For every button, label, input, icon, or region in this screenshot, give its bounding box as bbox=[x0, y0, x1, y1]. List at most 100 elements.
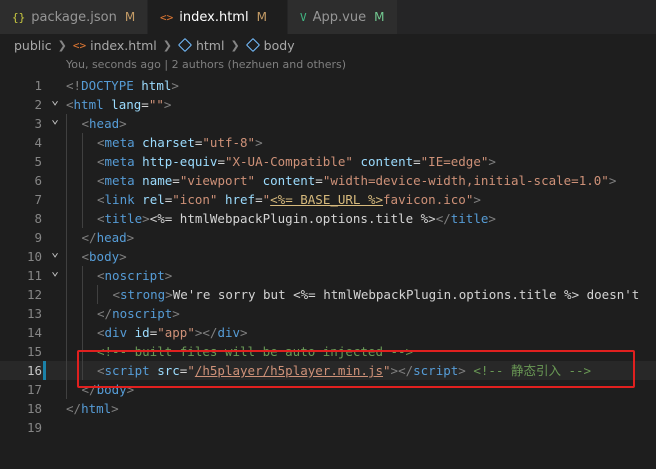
code-token: < bbox=[97, 268, 105, 283]
indent-guide bbox=[66, 209, 67, 228]
code-token: " bbox=[187, 363, 195, 378]
fold-chevron-icon[interactable]: ⌄ bbox=[49, 262, 61, 281]
code-token: < bbox=[97, 192, 105, 207]
code-line[interactable]: 13 </noscript> bbox=[0, 304, 656, 323]
code-line[interactable]: 7 <link rel="icon" href="<%= BASE_URL %>f… bbox=[0, 190, 656, 209]
code-line[interactable]: 2 ⌄ <html lang=""> bbox=[0, 93, 656, 114]
code-token: http-equiv bbox=[142, 154, 218, 169]
code-text: <html lang=""> bbox=[66, 95, 171, 114]
code-token: title bbox=[450, 211, 489, 226]
code-text: </noscript> bbox=[97, 304, 180, 323]
code-line[interactable]: 4 <meta charset="utf-8"> bbox=[0, 133, 656, 152]
code-text: <strong>We're sorry but <%= htmlWebpackP… bbox=[113, 285, 640, 304]
code-token: script bbox=[413, 363, 459, 378]
breadcrumb-element-body[interactable]: body bbox=[264, 38, 295, 53]
line-number: 17 bbox=[26, 382, 42, 397]
line-number: 2 bbox=[34, 97, 42, 112]
code-token: > bbox=[488, 211, 496, 226]
code-token: title bbox=[104, 211, 143, 226]
code-token: </ bbox=[97, 306, 113, 321]
line-number: 1 bbox=[34, 78, 42, 93]
tab-label: index.html bbox=[179, 9, 249, 25]
indent-guide bbox=[66, 323, 67, 342]
code-text: <link rel="icon" href="<%= BASE_URL %>fa… bbox=[97, 190, 481, 209]
code-token: "width=device-width,initial-scale=1.0" bbox=[322, 173, 609, 188]
indent-guide bbox=[66, 266, 67, 285]
code-line[interactable]: 5 <meta http-equiv="X-UA-Compatible" cont… bbox=[0, 152, 656, 171]
code-token: DOCTYPE bbox=[81, 78, 134, 93]
code-line[interactable]: 11 ⌄ <noscript> bbox=[0, 264, 656, 285]
file-type-icon: V bbox=[300, 10, 307, 24]
code-line[interactable]: 16 <script src="/h5player/h5player.min.js… bbox=[0, 361, 656, 380]
line-number: 7 bbox=[34, 192, 42, 207]
code-token: > bbox=[171, 78, 179, 93]
tab-index-html[interactable]: <> index.html M bbox=[148, 0, 288, 34]
code-token: < bbox=[97, 363, 105, 378]
breadcrumb-element-html[interactable]: html bbox=[196, 38, 224, 53]
code-text: </body> bbox=[82, 380, 135, 399]
tab-App-vue[interactable]: V App.vue M bbox=[288, 0, 398, 34]
code-token: < bbox=[112, 287, 121, 302]
code-line[interactable]: 3 ⌄ <head> bbox=[0, 112, 656, 133]
indent-guide bbox=[81, 190, 83, 209]
code-token: <%= htmlWebpackPlugin.options.title %> bbox=[149, 211, 436, 226]
line-number: 18 bbox=[26, 401, 42, 416]
code-line[interactable]: 10 ⌄ <body> bbox=[0, 245, 656, 266]
code-token: html bbox=[73, 97, 104, 112]
modified-badge: M bbox=[374, 10, 385, 24]
fold-chevron-icon[interactable]: ⌄ bbox=[49, 243, 61, 262]
code-token: > bbox=[608, 173, 617, 188]
code-token: > bbox=[473, 192, 481, 207]
git-blame-codelens[interactable]: You, seconds ago | 2 authors (hezhuen an… bbox=[66, 58, 346, 71]
breadcrumb-folder[interactable]: public bbox=[14, 38, 52, 53]
code-text: <noscript> bbox=[97, 266, 172, 285]
code-line[interactable]: 8 <title><%= htmlWebpackPlugin.options.ti… bbox=[0, 209, 656, 228]
indent-guide bbox=[81, 152, 83, 171]
code-token: < bbox=[81, 116, 90, 131]
code-token: > bbox=[164, 268, 173, 283]
line-number: 15 bbox=[26, 344, 42, 359]
code-token: = bbox=[217, 154, 225, 169]
code-token: noscript bbox=[104, 268, 165, 283]
code-token: > bbox=[142, 211, 150, 226]
code-token: </ bbox=[81, 382, 97, 397]
code-token: ></ bbox=[390, 363, 414, 378]
line-number: 19 bbox=[26, 420, 42, 435]
code-token: </ bbox=[66, 401, 82, 416]
tab-package-json[interactable]: {} package.json M bbox=[0, 0, 148, 34]
code-line[interactable]: 1 <!DOCTYPE html> bbox=[0, 76, 656, 95]
code-line[interactable]: 17 </body> bbox=[0, 380, 656, 399]
fold-chevron-icon[interactable]: ⌄ bbox=[49, 110, 61, 129]
code-line[interactable]: 6 <meta name="viewport" content="width=de… bbox=[0, 171, 656, 190]
code-token: "" bbox=[148, 97, 164, 112]
code-token: < bbox=[66, 97, 74, 112]
code-token: content bbox=[360, 154, 414, 169]
code-token: > bbox=[119, 249, 127, 264]
indent-guide bbox=[66, 342, 67, 361]
code-line[interactable]: 19 bbox=[0, 418, 656, 437]
code-line[interactable]: 15 <!-- built files will be auto injected… bbox=[0, 342, 656, 361]
indent-guide bbox=[81, 342, 83, 361]
code-token: " bbox=[383, 363, 391, 378]
code-line[interactable]: 12 <strong>We're sorry but <%= htmlWebpac… bbox=[0, 285, 656, 304]
indent-guide bbox=[66, 361, 67, 380]
line-number: 14 bbox=[26, 325, 42, 340]
code-token: <! bbox=[66, 78, 82, 93]
indent-guide bbox=[81, 209, 83, 228]
code-token: src bbox=[157, 363, 180, 378]
code-token: body bbox=[89, 249, 120, 264]
code-token: > bbox=[172, 306, 180, 321]
tab-label: package.json bbox=[31, 9, 117, 25]
indent-guide bbox=[66, 190, 67, 209]
code-line[interactable]: 18 </html> bbox=[0, 399, 656, 418]
indent-guide bbox=[81, 361, 83, 380]
file-type-icon: {} bbox=[12, 10, 26, 24]
fold-chevron-icon[interactable]: ⌄ bbox=[49, 91, 61, 110]
breadcrumb-file[interactable]: index.html bbox=[90, 38, 157, 53]
code-editor[interactable]: 1 <!DOCTYPE html> 2 ⌄ <html lang=""> 3 ⌄ <head>… bbox=[0, 76, 656, 437]
code-line[interactable]: 14 <div id="app"></div> bbox=[0, 323, 656, 342]
code-token: > bbox=[163, 97, 172, 112]
code-line[interactable]: 9 </head> bbox=[0, 228, 656, 247]
indent-guide bbox=[66, 228, 67, 247]
